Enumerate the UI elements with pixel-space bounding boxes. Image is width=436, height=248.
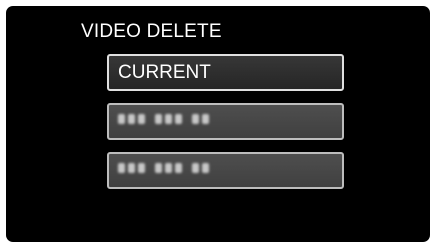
obscured-date-text <box>118 114 209 124</box>
menu-item-date-2[interactable] <box>107 152 344 189</box>
menu-item-label: CURRENT <box>118 62 211 83</box>
obscured-text-group <box>118 114 145 124</box>
menu-item-current[interactable]: CURRENT <box>107 54 344 91</box>
obscured-text-group <box>118 163 145 173</box>
obscured-text-group <box>192 163 209 173</box>
obscured-text-group <box>155 114 182 124</box>
obscured-text-group <box>192 114 209 124</box>
menu-item-date-1[interactable] <box>107 103 344 140</box>
menu-title: VIDEO DELETE <box>81 21 222 42</box>
obscured-date-text <box>118 163 209 173</box>
camera-menu-screen: VIDEO DELETE CURRENT <box>6 6 430 242</box>
obscured-text-group <box>155 163 182 173</box>
